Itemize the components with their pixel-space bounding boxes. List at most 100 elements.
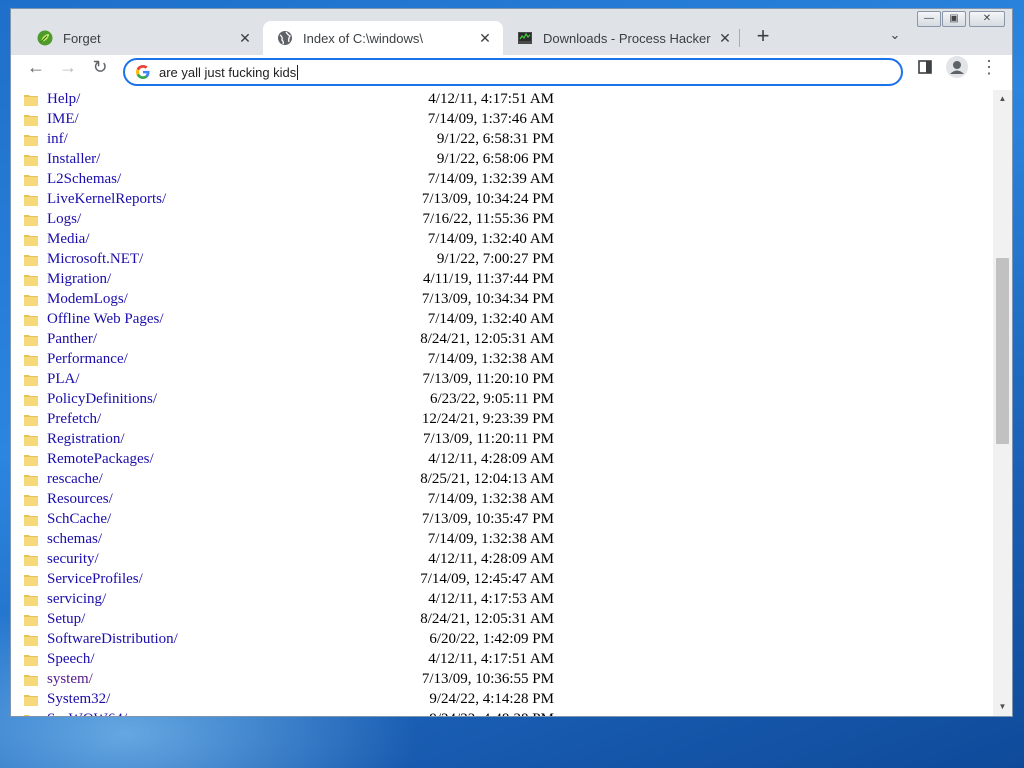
folder-link[interactable]: ModemLogs/: [47, 291, 128, 308]
folder-icon: [24, 295, 38, 306]
folder-link[interactable]: Offline Web Pages/: [47, 311, 164, 328]
folder-link[interactable]: Installer/: [47, 151, 100, 168]
listing-row: SchCache/7/13/09, 10:35:47 PM: [11, 510, 991, 530]
folder-icon: [24, 195, 38, 206]
text-caret: [297, 64, 299, 80]
folder-link[interactable]: SysWOW64/: [47, 711, 127, 716]
folder-link[interactable]: Performance/: [47, 351, 128, 368]
listing-row: ServiceProfiles/7/14/09, 12:45:47 AM: [11, 570, 991, 590]
tab-title: Index of C:\windows\: [303, 30, 423, 46]
modified-date: 7/14/09, 12:45:47 AM: [420, 571, 554, 587]
tab-index-windows[interactable]: Index of C:\windows\ ✕: [263, 21, 503, 55]
tab-title: Downloads - Process Hacker: [543, 30, 711, 46]
modified-date: 7/14/09, 1:32:38 AM: [427, 351, 554, 367]
browser-window: — ▣ ✕ Forget ✕ Index of C:\windows\ ✕ Do…: [10, 8, 1013, 717]
minimize-button[interactable]: —: [917, 11, 941, 27]
tab-close-icon[interactable]: ✕: [715, 30, 735, 47]
folder-link[interactable]: RemotePackages/: [47, 451, 154, 468]
folder-link[interactable]: Prefetch/: [47, 411, 101, 428]
folder-icon: [24, 655, 38, 666]
folder-link[interactable]: Logs/: [47, 211, 81, 228]
folder-link[interactable]: inf/: [47, 131, 68, 148]
modified-date: 8/25/21, 12:04:13 AM: [420, 471, 554, 487]
modified-date: 9/1/22, 6:58:06 PM: [436, 151, 554, 167]
folder-link[interactable]: L2Schemas/: [47, 171, 121, 188]
folder-link[interactable]: Setup/: [47, 611, 85, 628]
folder-icon: [24, 155, 38, 166]
modified-date: 8/24/21, 12:05:31 AM: [420, 331, 554, 347]
vertical-scrollbar[interactable]: ▲ ▼: [993, 90, 1012, 716]
maximize-button[interactable]: ▣: [942, 11, 966, 27]
listing-row: ModemLogs/7/13/09, 10:34:34 PM: [11, 290, 991, 310]
modified-date: 9/24/22, 4:14:28 PM: [429, 691, 554, 707]
modified-date: 7/13/09, 10:34:34 PM: [421, 291, 554, 307]
folder-link[interactable]: Panther/: [47, 331, 97, 348]
menu-kebab-icon[interactable]: ⋮: [975, 53, 1003, 81]
tab-forget[interactable]: Forget ✕: [23, 21, 263, 55]
modified-date: 4/12/11, 4:28:09 AM: [428, 451, 554, 467]
folder-icon: [24, 235, 38, 246]
modified-date: 7/13/09, 11:20:11 PM: [423, 431, 554, 447]
folder-link[interactable]: ServiceProfiles/: [47, 571, 143, 588]
globe-icon: [278, 31, 292, 45]
folder-link[interactable]: servicing/: [47, 591, 106, 608]
tab-close-icon[interactable]: ✕: [235, 30, 255, 47]
folder-link[interactable]: Migration/: [47, 271, 111, 288]
listing-row: Offline Web Pages/7/14/09, 1:32:40 AM: [11, 310, 991, 330]
folder-icon: [24, 695, 38, 706]
folder-link[interactable]: Media/: [47, 231, 90, 248]
folder-icon: [24, 355, 38, 366]
folder-icon: [24, 515, 38, 526]
folder-icon: [24, 455, 38, 466]
tab-close-icon[interactable]: ✕: [475, 30, 495, 47]
scroll-down-arrow-icon[interactable]: ▼: [993, 700, 1012, 714]
listing-row: Speech/4/12/11, 4:17:51 AM: [11, 650, 991, 670]
tab-process-hacker[interactable]: Downloads - Process Hacker ✕: [503, 21, 743, 55]
close-window-button[interactable]: ✕: [969, 11, 1005, 27]
folder-link[interactable]: SoftwareDistribution/: [47, 631, 178, 648]
folder-link[interactable]: security/: [47, 551, 99, 568]
folder-link[interactable]: IME/: [47, 111, 79, 128]
folder-link[interactable]: rescache/: [47, 471, 103, 488]
folder-link[interactable]: LiveKernelReports/: [47, 191, 166, 208]
address-bar[interactable]: are yall just fucking kids: [123, 58, 903, 86]
listing-row: SysWOW64/9/24/22, 4:48:28 PM: [11, 710, 991, 716]
directory-listing: Help/4/12/11, 4:17:51 AM IME/7/14/09, 1:3…: [11, 90, 993, 716]
folder-link[interactable]: PLA/: [47, 371, 80, 388]
tab-title: Forget: [63, 30, 101, 46]
back-button[interactable]: ←: [22, 53, 50, 81]
address-bar-text: are yall just fucking kids: [159, 64, 297, 80]
google-g-icon: [136, 65, 150, 79]
listing-row: Microsoft.NET/9/1/22, 7:00:27 PM: [11, 250, 991, 270]
folder-link[interactable]: system/: [47, 671, 93, 688]
folder-icon: [24, 215, 38, 226]
modified-date: 7/14/09, 1:32:39 AM: [427, 171, 554, 187]
folder-link[interactable]: PolicyDefinitions/: [47, 391, 157, 408]
folder-link[interactable]: Resources/: [47, 491, 113, 508]
folder-icon: [24, 495, 38, 506]
folder-link[interactable]: System32/: [47, 691, 110, 708]
profile-avatar-icon[interactable]: [943, 53, 971, 81]
folder-link[interactable]: schemas/: [47, 531, 102, 548]
listing-row: security/4/12/11, 4:28:09 AM: [11, 550, 991, 570]
side-panel-icon[interactable]: [911, 53, 939, 81]
tab-search-chevron-icon[interactable]: ⌄: [885, 27, 905, 47]
scrollbar-thumb[interactable]: [996, 258, 1009, 444]
folder-link[interactable]: Help/: [47, 91, 80, 108]
listing-row: Installer/9/1/22, 6:58:06 PM: [11, 150, 991, 170]
folder-link[interactable]: Speech/: [47, 651, 94, 668]
modified-date: 6/20/22, 1:42:09 PM: [429, 631, 554, 647]
folder-link[interactable]: Registration/: [47, 431, 125, 448]
folder-icon: [24, 275, 38, 286]
reload-button[interactable]: ↻: [86, 53, 114, 81]
listing-row: System32/9/24/22, 4:14:28 PM: [11, 690, 991, 710]
modified-date: 7/13/09, 10:34:24 PM: [421, 191, 554, 207]
new-tab-button[interactable]: +: [751, 25, 775, 49]
folder-link[interactable]: SchCache/: [47, 511, 111, 528]
scroll-up-arrow-icon[interactable]: ▲: [993, 92, 1012, 106]
modified-date: 7/13/09, 10:36:55 PM: [421, 671, 554, 687]
folder-link[interactable]: Microsoft.NET/: [47, 251, 143, 268]
forward-button[interactable]: →: [54, 53, 82, 81]
listing-row: inf/9/1/22, 6:58:31 PM: [11, 130, 991, 150]
folder-icon: [24, 115, 38, 126]
